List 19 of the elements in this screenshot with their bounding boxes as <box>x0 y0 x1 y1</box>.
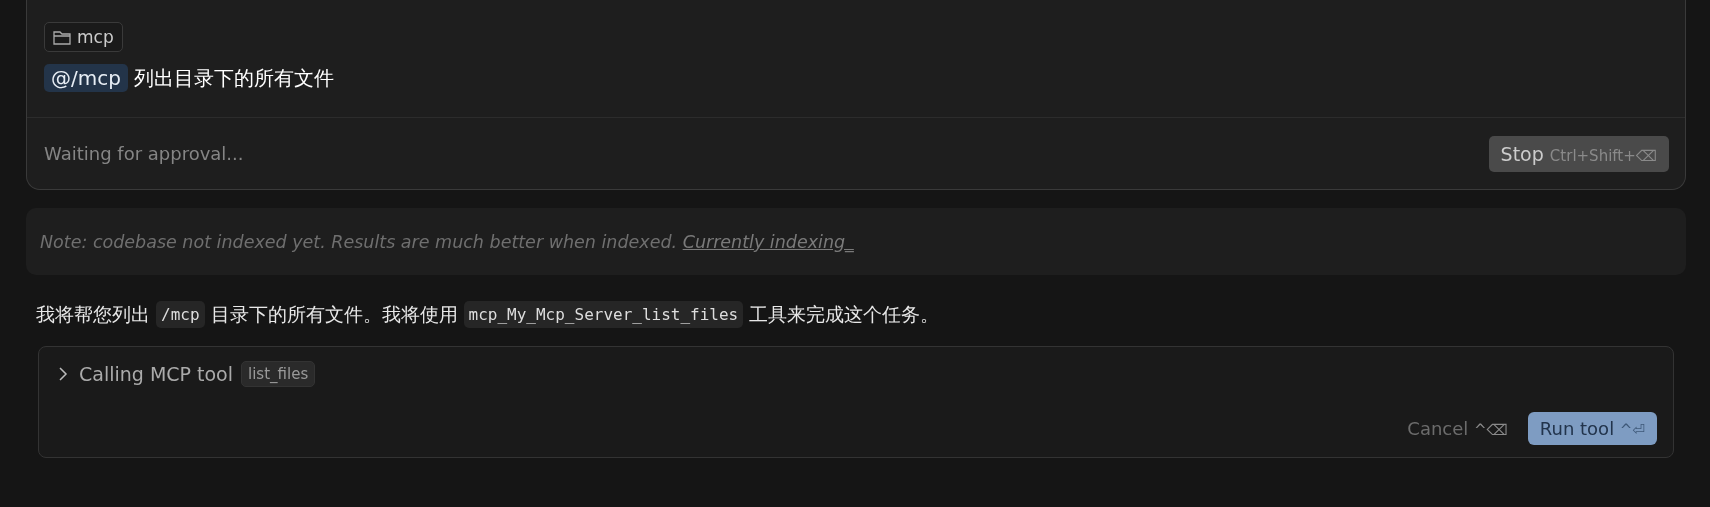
cancel-button[interactable]: Cancel ^⌫ <box>1401 417 1514 440</box>
stop-button[interactable]: Stop Ctrl+Shift+⌫ <box>1488 135 1669 172</box>
status-text: Waiting for approval... <box>44 143 244 164</box>
indexing-link[interactable]: Currently indexing_ <box>682 231 854 252</box>
chevron-icon[interactable] <box>57 366 69 382</box>
inline-code: mcp_My_Mcp_Server_list_files <box>463 301 744 328</box>
mention-tag: @/mcp <box>44 64 128 92</box>
prompt-text: 列出目录下的所有文件 <box>133 64 334 92</box>
folder-icon <box>53 29 71 45</box>
note-text: Note: codebase not indexed yet. Results are much better when indexed. Currently indexing_ <box>40 231 854 252</box>
tool-name-tag: list_files <box>241 361 316 387</box>
message-text: 工具来完成这个任务。 <box>749 301 940 327</box>
context-chip[interactable]: mcp <box>44 22 123 52</box>
inline-code: /mcp <box>156 301 205 328</box>
tool-call-label: Calling MCP tool <box>79 363 234 385</box>
message-text: 目录下的所有文件。我将使用 <box>210 301 458 327</box>
message-text: 我将帮您列出 <box>36 301 150 327</box>
run-tool-button[interactable]: Run tool ^⏎ <box>1527 412 1657 445</box>
chip-label: mcp <box>77 27 114 47</box>
